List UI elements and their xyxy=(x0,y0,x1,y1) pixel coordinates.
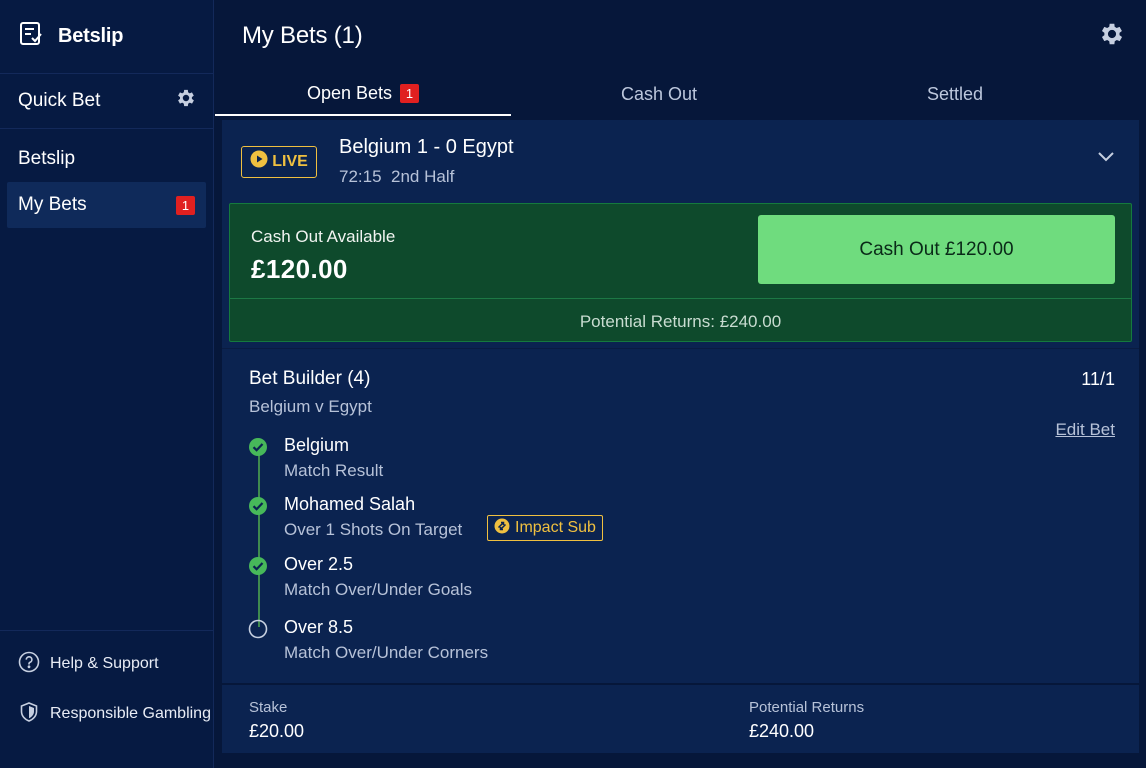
match-status: 72:15 2nd Half xyxy=(339,167,514,187)
help-support-label: Help & Support xyxy=(50,655,159,672)
tab-open-bets[interactable]: Open Bets 1 xyxy=(215,72,511,116)
potential-returns-value: £240.00 xyxy=(749,721,815,741)
cash-out-potential-returns: Potential Returns: £240.00 xyxy=(579,312,782,331)
gear-icon[interactable] xyxy=(175,87,197,115)
impact-sub-badge: Impact Sub xyxy=(487,515,603,541)
leg-name: Over 8.5 xyxy=(284,617,354,637)
sidebar-item-betslip[interactable]: Betslip xyxy=(7,136,206,182)
check-circle-icon xyxy=(248,496,268,521)
tab-cash-out[interactable]: Cash Out xyxy=(511,72,807,116)
responsible-gambling-link[interactable]: Responsible Gambling xyxy=(0,689,213,739)
match-info: Belgium 1 - 0 Egypt 72:15 2nd Half xyxy=(339,136,514,187)
edit-bet-link[interactable]: Edit Bet xyxy=(1055,420,1115,440)
tab-label: Cash Out xyxy=(620,83,698,104)
bet-builder-section: Bet Builder (4) Belgium v Egypt 11/1 Edi… xyxy=(222,348,1139,686)
bet-builder-event: Belgium v Egypt xyxy=(249,397,372,416)
settings-gear-icon[interactable] xyxy=(1098,20,1126,53)
sidebar-footer: Help & Support Responsible Gambling xyxy=(0,630,213,768)
chevron-down-icon[interactable] xyxy=(1097,150,1115,168)
match-title: Belgium 1 - 0 Egypt xyxy=(339,136,514,158)
sidebar-item-label: Betslip xyxy=(18,148,76,169)
cash-out-amount: £120.00 xyxy=(251,254,348,284)
play-icon xyxy=(250,150,272,173)
match-header[interactable]: LIVE Belgium 1 - 0 Egypt 72:15 2nd Half xyxy=(222,120,1139,203)
sidebar-item-label: My Bets xyxy=(18,194,87,215)
sidebar-title: Betslip xyxy=(58,25,124,47)
leg-market: Match Result xyxy=(284,461,384,480)
tab-label: Open Bets xyxy=(306,82,393,103)
tab-label: Settled xyxy=(926,83,984,104)
page-title: My Bets (1) xyxy=(242,22,363,49)
responsible-gambling-label: Responsible Gambling xyxy=(50,705,211,722)
check-circle-icon xyxy=(248,556,268,581)
live-label: LIVE xyxy=(272,152,308,170)
quick-bet-row[interactable]: Quick Bet xyxy=(0,74,213,129)
potential-returns-label: Potential Returns xyxy=(749,699,865,716)
quick-bet-label: Quick Bet xyxy=(18,90,101,111)
main-header: My Bets (1) xyxy=(215,0,1146,72)
bet-builder-title: Bet Builder (4) xyxy=(249,368,371,389)
stake-summary: Stake £20.00 Potential Returns £240.00 xyxy=(222,683,1139,753)
leg-name: Mohamed Salah xyxy=(284,494,416,514)
tab-settled[interactable]: Settled xyxy=(807,72,1103,116)
betslip-icon xyxy=(18,21,44,52)
check-circle-icon xyxy=(248,437,268,462)
shield-icon xyxy=(18,701,50,728)
legs-connector-line xyxy=(258,449,260,627)
empty-circle-icon xyxy=(248,619,268,644)
leg-market: Over 1 Shots On Target xyxy=(284,520,463,539)
stake-value: £20.00 xyxy=(249,721,305,741)
substitution-icon xyxy=(494,518,515,539)
sidebar: Betslip Quick Bet Betslip My Bets 1 Help… xyxy=(0,0,214,768)
stake-label: Stake xyxy=(249,699,288,716)
live-badge: LIVE xyxy=(241,145,317,178)
leg-market: Match Over/Under Corners xyxy=(284,643,489,662)
my-bets-count-badge: 1 xyxy=(176,195,195,215)
match-time: 72:15 xyxy=(339,167,382,186)
match-period: 2nd Half xyxy=(391,167,455,186)
leg-market: Match Over/Under Goals xyxy=(284,580,473,599)
help-support-link[interactable]: Help & Support xyxy=(0,639,213,689)
bet-odds: 11/1 xyxy=(1081,369,1115,389)
bet-card: LIVE Belgium 1 - 0 Egypt 72:15 2nd Half … xyxy=(222,120,1139,753)
divider xyxy=(230,298,1131,299)
sidebar-header: Betslip xyxy=(0,0,213,74)
leg-name: Belgium xyxy=(284,435,350,455)
impact-sub-label: Impact Sub xyxy=(515,519,596,536)
sidebar-item-my-bets[interactable]: My Bets 1 xyxy=(7,182,206,228)
main-panel: My Bets (1) Open Bets 1 Cash Out Settled xyxy=(215,0,1146,768)
cash-out-available-label: Cash Out Available xyxy=(251,227,396,246)
bets-tabs: Open Bets 1 Cash Out Settled xyxy=(215,72,1146,116)
cash-out-panel: Cash Out Available £120.00 Cash Out £120… xyxy=(229,203,1132,342)
leg-name: Over 2.5 xyxy=(284,554,354,574)
help-icon xyxy=(18,651,50,678)
open-bets-badge: 1 xyxy=(400,83,420,103)
cash-out-button[interactable]: Cash Out £120.00 xyxy=(758,215,1115,284)
